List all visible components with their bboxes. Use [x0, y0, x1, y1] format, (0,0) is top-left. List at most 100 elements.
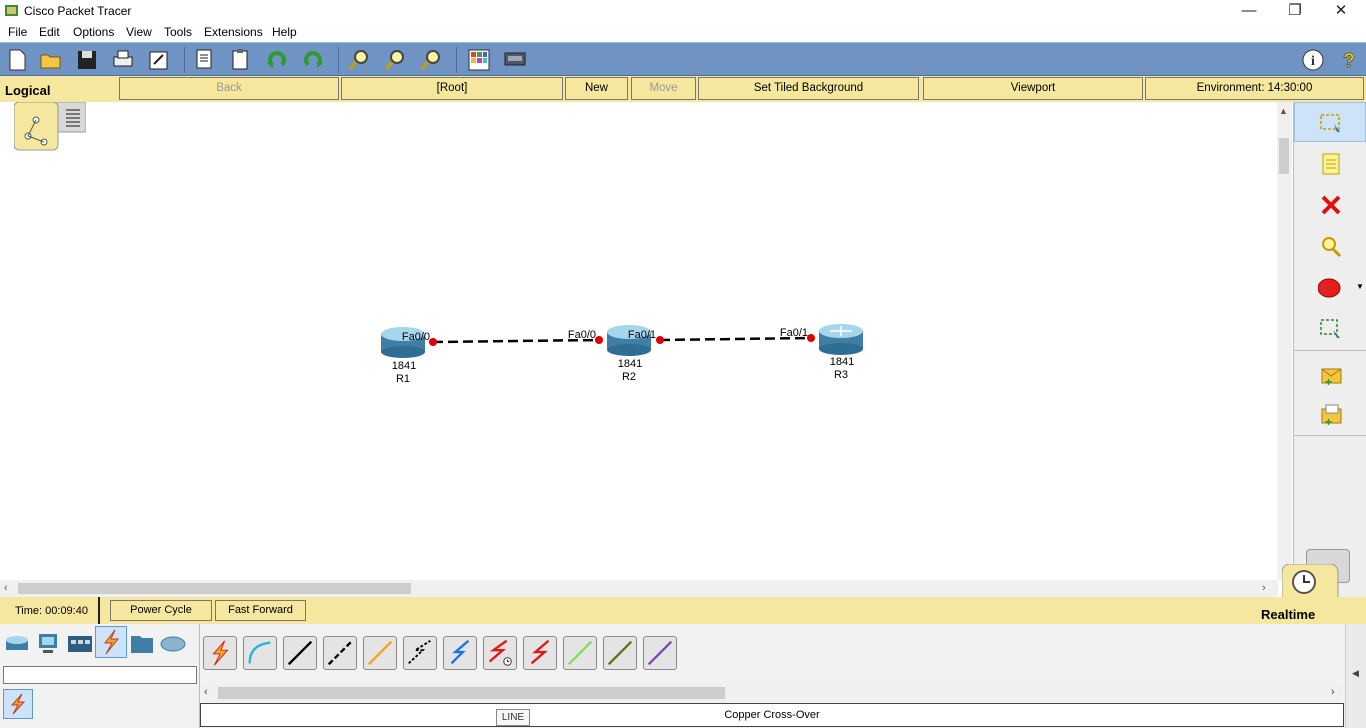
- connections-icon[interactable]: [97, 628, 125, 656]
- topology-canvas: Fa0/0 Fa0/0 Fa0/1 Fa0/1 1841 R1 1841 R2 …: [381, 324, 863, 385]
- menu-extensions[interactable]: Extensions: [204, 25, 263, 39]
- zoom-in-icon[interactable]: [346, 47, 372, 73]
- cable-phone[interactable]: [403, 636, 437, 670]
- help-icon[interactable]: ?: [1336, 47, 1362, 73]
- scroll-left-arrow-icon[interactable]: ‹: [4, 582, 8, 594]
- logical-view-tab[interactable]: Logical: [0, 76, 119, 102]
- device-name-label[interactable]: R2: [622, 371, 636, 383]
- redo-icon[interactable]: [300, 47, 326, 73]
- zoom-reset-icon[interactable]: [382, 47, 408, 73]
- cable-octal[interactable]: [563, 636, 597, 670]
- device-name-label[interactable]: R3: [834, 369, 848, 381]
- cable-list-scrollbar[interactable]: ‹ ›: [202, 685, 1342, 702]
- cable-console[interactable]: [243, 636, 277, 670]
- device-name-label[interactable]: R1: [396, 373, 410, 385]
- iot-custom-cable-icon: [607, 640, 633, 666]
- horizontal-scrollbar[interactable]: ‹ ›: [0, 580, 1278, 597]
- viewport-button[interactable]: Viewport: [923, 77, 1143, 100]
- note-icon[interactable]: [1318, 151, 1344, 177]
- console-cable-icon: [248, 641, 271, 664]
- new-cluster-button[interactable]: New Cluster: [565, 77, 628, 115]
- add-simple-pdu-icon[interactable]: +: [1318, 362, 1344, 388]
- menu-help[interactable]: Help: [272, 25, 297, 39]
- fast-forward-time-button[interactable]: Fast Forward Time: [215, 600, 306, 635]
- panel-divider: [1294, 435, 1366, 436]
- delete-icon[interactable]: [1318, 192, 1344, 218]
- panel-collapse-strip[interactable]: ◀: [1345, 624, 1366, 728]
- info-icon[interactable]: i: [1300, 47, 1326, 73]
- set-tiled-background-button[interactable]: Set Tiled Background: [698, 77, 919, 100]
- new-icon[interactable]: [4, 47, 30, 73]
- router-icon[interactable]: [819, 324, 863, 355]
- print-icon[interactable]: [110, 47, 136, 73]
- scroll-up-arrow-icon[interactable]: ▲: [1279, 106, 1288, 116]
- collapse-arrow-icon[interactable]: ◀: [1352, 668, 1359, 679]
- selected-connection-type[interactable]: [3, 689, 33, 719]
- cable-iot-custom[interactable]: [603, 636, 637, 670]
- cable-list-scroll-thumb[interactable]: [218, 687, 725, 699]
- zoom-out-icon[interactable]: [418, 47, 444, 73]
- menu-tools[interactable]: Tools: [164, 25, 192, 39]
- move-object-button[interactable]: Move Object: [631, 77, 696, 115]
- power-cycle-devices-button[interactable]: Power Cycle Devices: [110, 600, 212, 635]
- root-button[interactable]: [Root]: [341, 77, 563, 100]
- cable-serial-dte[interactable]: [523, 636, 557, 670]
- straight-through-cable-icon: [287, 640, 313, 666]
- port-status-dot: [429, 338, 437, 346]
- cable-usb[interactable]: [643, 636, 677, 670]
- open-icon[interactable]: [38, 47, 64, 73]
- end-devices-icon[interactable]: [35, 630, 63, 658]
- network-devices-icon[interactable]: [4, 630, 32, 658]
- menu-view[interactable]: View: [126, 25, 152, 39]
- scroll-right-arrow-icon[interactable]: ›: [1262, 582, 1266, 594]
- menu-options[interactable]: Options: [73, 25, 114, 39]
- device-model-label: 1841: [392, 360, 416, 372]
- automatic-cable-icon: [212, 640, 229, 666]
- cable-copper-straight-through[interactable]: [283, 636, 317, 670]
- select-icon[interactable]: [1318, 110, 1344, 136]
- cable-coaxial[interactable]: [443, 636, 477, 670]
- add-complex-pdu-icon[interactable]: +: [1318, 402, 1344, 428]
- horizontal-scroll-thumb[interactable]: [18, 583, 411, 594]
- menu-file[interactable]: File: [8, 25, 27, 39]
- maximize-button[interactable]: ❐: [1272, 0, 1318, 22]
- tooltip: LINE: [496, 709, 530, 726]
- menu-edit[interactable]: Edit: [39, 25, 60, 39]
- multiuser-connection-icon[interactable]: [159, 630, 187, 658]
- port-label: Fa0/0: [402, 331, 430, 343]
- octal-cable-icon: [567, 640, 593, 666]
- cable-automatic[interactable]: [203, 636, 237, 670]
- serial-dce-cable-icon: [488, 639, 512, 666]
- scroll-left-arrow-icon[interactable]: ‹: [204, 686, 208, 698]
- scroll-right-arrow-icon[interactable]: ›: [1331, 686, 1335, 698]
- menu-bar: File Edit Options View Tools Extensions …: [0, 22, 1366, 42]
- save-icon[interactable]: [74, 47, 100, 73]
- panel-divider: [1294, 350, 1366, 351]
- paste-icon[interactable]: [228, 47, 254, 73]
- svg-text:+: +: [1325, 415, 1332, 428]
- inspect-icon[interactable]: [1318, 234, 1344, 260]
- undo-icon[interactable]: [264, 47, 290, 73]
- common-tools-bar: ▼ + +: [1282, 102, 1366, 604]
- back-button[interactable]: Back: [119, 77, 339, 100]
- chevron-down-icon[interactable]: ▼: [1356, 282, 1364, 291]
- close-window-button[interactable]: ✕: [1318, 0, 1364, 22]
- environment-button[interactable]: Environment: 14:30:00: [1145, 77, 1364, 100]
- cable-serial-dce[interactable]: [483, 636, 517, 670]
- vertical-scrollbar[interactable]: ▲: [1277, 102, 1292, 580]
- components-icon[interactable]: [66, 630, 94, 658]
- activity-wizard-icon[interactable]: [146, 47, 172, 73]
- cable-fiber[interactable]: [363, 636, 397, 670]
- device-search-input[interactable]: [3, 666, 197, 684]
- minimize-button[interactable]: —: [1226, 0, 1272, 22]
- draw-ellipse-icon[interactable]: [1318, 275, 1344, 301]
- miscellaneous-icon[interactable]: [128, 630, 156, 658]
- cable-copper-cross-over[interactable]: [323, 636, 357, 670]
- vertical-scroll-thumb[interactable]: [1279, 138, 1289, 174]
- resize-shape-icon[interactable]: [1318, 316, 1344, 342]
- custom-device-icon[interactable]: [502, 47, 528, 73]
- logical-workspace[interactable]: Fa0/0 Fa0/0 Fa0/1 Fa0/1 1841 R1 1841 R2 …: [0, 102, 1278, 580]
- fiber-cable-icon: [367, 640, 393, 666]
- palette-icon[interactable]: [466, 47, 492, 73]
- copy-icon[interactable]: [192, 47, 218, 73]
